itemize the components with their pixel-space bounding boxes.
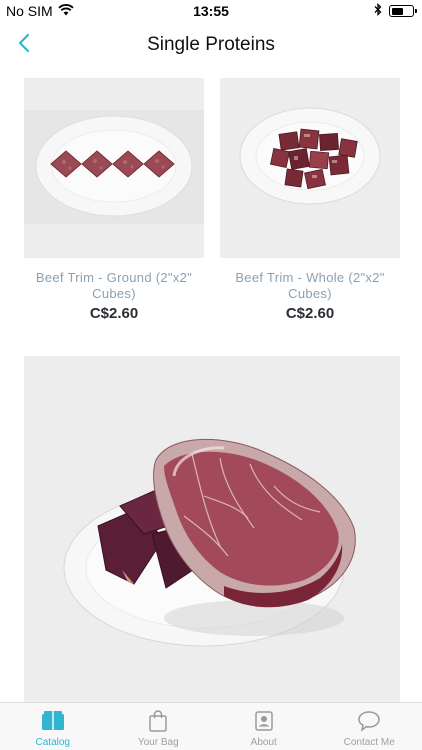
- product-image-heart: [63, 438, 356, 647]
- navigation-bar: Single Proteins: [0, 22, 422, 68]
- product-price: C$2.60: [89, 305, 139, 322]
- product-card-whole[interactable]: Beef Trim - Whole (2"x2" Cubes) C$2.60: [220, 78, 400, 322]
- status-time: 13:55: [193, 3, 229, 19]
- catalog-icon: [41, 709, 65, 733]
- product-name: Beef Trim - Whole (2"x2" Cubes): [235, 270, 385, 301]
- battery-fill: [391, 7, 403, 15]
- page-title: Single Proteins: [147, 34, 275, 55]
- product-grid: Beef Trim - Ground (2"x2" Cubes) C$2.60: [24, 78, 400, 322]
- product-image-ground: [24, 78, 204, 258]
- about-icon: [252, 709, 276, 733]
- product-name: Beef Trim - Ground (2"x2" Cubes): [35, 270, 193, 301]
- tab-bar: Catalog Your Bag About Contact Me: [0, 702, 422, 750]
- tab-label: About: [250, 737, 277, 748]
- tab-label: Contact Me: [343, 737, 395, 748]
- tab-label: Your Bag: [137, 737, 179, 748]
- battery-icon: [389, 5, 417, 17]
- bluetooth-icon: [374, 2, 382, 19]
- status-right: [374, 2, 417, 19]
- bag-icon: [146, 709, 170, 733]
- status-bar: No SIM 13:55: [0, 0, 422, 22]
- tab-your-bag[interactable]: Your Bag: [106, 703, 212, 750]
- product-card-heart[interactable]: [24, 356, 400, 702]
- product-image-whole: [220, 78, 400, 258]
- tab-label: Catalog: [35, 737, 70, 748]
- product-card-ground[interactable]: Beef Trim - Ground (2"x2" Cubes) C$2.60: [24, 78, 204, 322]
- tab-about[interactable]: About: [211, 703, 317, 750]
- product-price: C$2.60: [285, 305, 335, 322]
- tab-contact-me[interactable]: Contact Me: [317, 703, 422, 750]
- tab-catalog[interactable]: Catalog: [0, 703, 106, 750]
- chat-bubble-icon: [357, 709, 381, 733]
